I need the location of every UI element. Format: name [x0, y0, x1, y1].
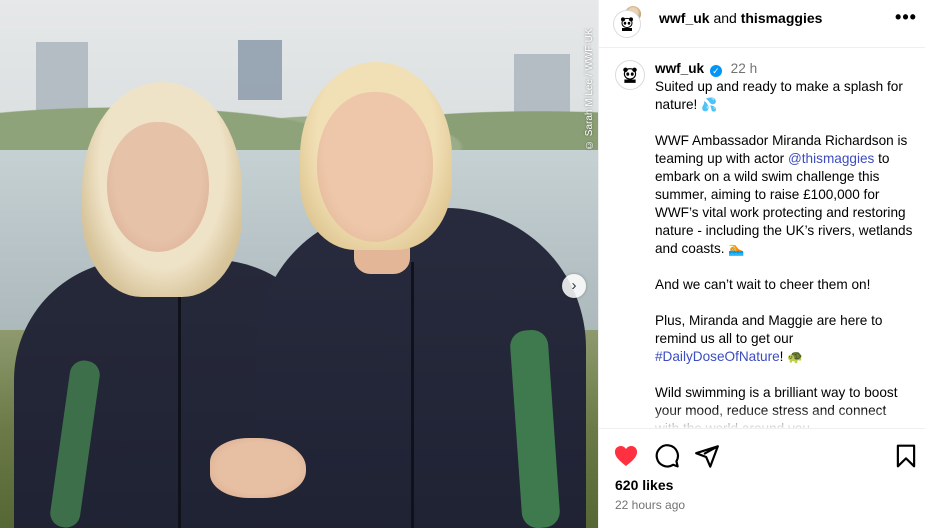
post-authors: wwf_uk and thismaggies	[659, 10, 822, 26]
share-button[interactable]	[694, 443, 720, 469]
caption-paragraph: Suited up and ready to make a splash for…	[655, 78, 913, 114]
turtle-emoji-icon: 🐢	[787, 349, 804, 364]
zipper	[411, 262, 414, 528]
post-header: wwf_uk and thismaggies •••	[599, 0, 925, 48]
wwf-panda-logo-icon	[613, 10, 641, 38]
caption-paragraph: Plus, Miranda and Maggie are here to rem…	[655, 312, 913, 366]
caption-text-segment: Suited up and ready to make a splash for…	[655, 79, 903, 112]
comment-icon	[655, 444, 680, 468]
hashtag-link[interactable]: #DailyDoseOfNature	[655, 349, 780, 364]
caption-username[interactable]: wwf_uk	[655, 61, 704, 76]
share-icon	[695, 445, 719, 468]
joined-hands	[210, 438, 306, 498]
next-image-button[interactable]: ›	[562, 274, 586, 298]
caption-text-segment: And we can’t wait to cheer them on!	[655, 277, 871, 292]
save-button[interactable]	[893, 443, 919, 469]
caption-text-segment: to embark on a wild swim challenge this …	[655, 151, 913, 256]
caption-time[interactable]: 22 h	[731, 61, 757, 76]
bookmark-icon	[896, 444, 916, 468]
mention-link[interactable]: @thismaggies	[788, 151, 874, 166]
face-right	[317, 92, 433, 242]
splash-emoji-icon: 💦	[701, 97, 718, 112]
caption-fade	[599, 408, 925, 430]
panda-icon	[623, 67, 637, 83]
author-joiner: and	[709, 10, 741, 26]
likes-count[interactable]: 620 likes	[615, 477, 673, 493]
panda-icon	[621, 17, 633, 31]
wwf-panda-logo-icon	[615, 60, 645, 90]
caption-paragraph: And we can’t wait to cheer them on!	[655, 276, 913, 294]
post-sidebar: wwf_uk and thismaggies ••• wwf_uk ✓ 22 h	[598, 0, 925, 528]
collaborator-link[interactable]: thismaggies	[741, 10, 823, 26]
more-options-button[interactable]: •••	[895, 7, 917, 27]
face-left	[107, 122, 209, 252]
caption-paragraph: WWF Ambassador Miranda Richardson is tea…	[655, 132, 913, 258]
verified-badge-icon: ✓	[709, 65, 722, 77]
heart-filled-icon	[614, 446, 638, 466]
post-actions: 620 likes 22 hours ago	[599, 428, 925, 528]
caption-avatar[interactable]	[615, 60, 645, 90]
like-button[interactable]	[613, 443, 639, 469]
caption-text-segment: Plus, Miranda and Maggie are here to rem…	[655, 313, 883, 346]
post-image[interactable]: © Sarah M Lee / WWF-UK ›	[0, 0, 598, 528]
caption: wwf_uk ✓ 22 h Suited up and ready to mak…	[599, 48, 925, 428]
swimmer-emoji-icon: 🏊	[728, 241, 745, 256]
photo-credit: © Sarah M Lee / WWF-UK	[584, 28, 595, 150]
caption-text-segment: !	[779, 349, 784, 364]
caption-text: wwf_uk ✓ 22 h Suited up and ready to mak…	[655, 60, 913, 428]
collab-avatars[interactable]	[613, 4, 647, 38]
caption-header: wwf_uk ✓ 22 h	[655, 60, 913, 78]
author-link[interactable]: wwf_uk	[659, 10, 710, 26]
comment-button[interactable]	[654, 443, 680, 469]
post-timestamp[interactable]: 22 hours ago	[615, 498, 685, 512]
zipper	[178, 286, 181, 528]
